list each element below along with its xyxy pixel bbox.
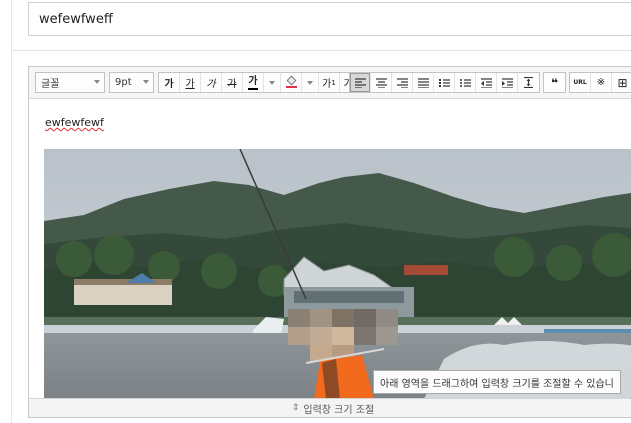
outdent-icon [480,77,492,88]
chevron-down-icon [94,80,100,84]
align-left-icon [354,77,366,88]
insert-group: URL ※ ⊞ [569,72,631,93]
link-icon: URL [573,79,587,86]
italic-button[interactable]: 가 [201,73,222,92]
quote-button[interactable]: ❝ [544,73,565,92]
underline-icon: 가 [185,79,195,90]
line-height-button[interactable] [518,73,539,92]
font-size-value: 9pt [115,77,132,88]
highlighter-icon [285,75,297,88]
left-border [11,0,12,423]
bg-color-dropdown[interactable] [302,73,319,92]
underline-button[interactable]: 가 [180,73,201,92]
align-center-icon [375,77,387,88]
outdent-button[interactable] [476,73,497,92]
bold-button[interactable]: 가 [159,73,180,92]
table-icon: ⊞ [617,75,628,90]
special-char-button[interactable]: ※ [591,73,612,92]
table-button[interactable]: ⊞ [612,73,631,92]
ordered-list-icon [438,78,450,87]
title-input[interactable] [28,2,631,36]
font-family-value: 글꼴 [41,79,60,90]
chevron-down-icon [269,80,275,85]
font-color-dropdown[interactable] [264,73,281,92]
font-family-select[interactable]: 글꼴 [35,72,105,93]
resize-handle[interactable]: ⇕ 입력창 크기 조절 [29,398,631,417]
photo-image [44,149,631,398]
font-color-icon: 가 [248,76,258,90]
bg-color-button[interactable] [281,73,302,92]
align-justify-icon [417,77,429,88]
align-justify-button[interactable] [413,73,434,92]
indent-button[interactable] [497,73,518,92]
font-color-button[interactable]: 가 [243,73,264,92]
resize-tooltip: 아래 영역을 드래그하여 입력창 크기를 조절할 수 있습니 [373,370,621,394]
special-char-icon: ※ [596,77,606,88]
page: 글꼴 9pt 가 가 가 가 가 [0,0,631,423]
quote-group: ❝ [543,72,566,93]
ordered-list-button[interactable] [434,73,455,92]
resize-label: 입력창 크기 조절 [303,404,375,416]
line-height-icon [524,77,533,88]
strikethrough-icon: 가 [227,79,237,90]
indent-icon [501,77,513,88]
font-size-select[interactable]: 9pt [109,72,154,93]
divider [11,50,631,51]
url-button[interactable]: URL [570,73,591,92]
bold-icon: 가 [164,79,174,90]
editor-content-area[interactable]: ewfewfewf [29,100,631,398]
strikethrough-button[interactable]: 가 [222,73,243,92]
resize-arrows-icon: ⇕ [291,403,300,413]
text-style-group: 가 가 가 가 가 가1 가1 [158,72,362,93]
align-left-button[interactable] [350,73,371,92]
editor-toolbar: 글꼴 9pt 가 가 가 가 가 가 1 ❝ URL ※ ⊞ [29,67,631,99]
unordered-list-button[interactable] [455,73,476,92]
body-text: ewfewfewf [45,116,104,129]
chevron-down-icon [307,80,313,85]
align-right-button[interactable] [392,73,413,92]
align-center-button[interactable] [371,73,392,92]
rich-text-editor: 글꼴 9pt 가 가 가 가 가 가 1 ❝ URL ※ ⊞ ewfewfewf… [28,66,631,418]
align-right-icon [396,77,408,88]
superscript-mark: 1 [331,78,336,87]
quote-icon: ❝ [550,75,559,90]
italic-icon: 가 [206,79,216,90]
unordered-list-icon [459,78,471,87]
inserted-photo[interactable] [44,149,631,398]
superscript-button[interactable]: 가1 [319,73,340,92]
paragraph-group [349,72,540,93]
chevron-down-icon [143,80,149,84]
tooltip-text: 아래 영역을 드래그하여 입력창 크기를 조절할 수 있습니 [380,378,614,390]
superscript-icon: 가 [322,79,332,90]
